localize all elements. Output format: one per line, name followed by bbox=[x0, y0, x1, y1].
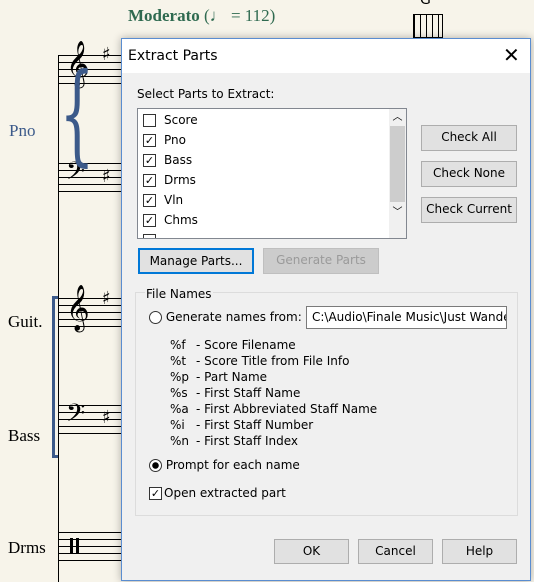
treble-clef-icon: 𝄞 bbox=[66, 285, 90, 331]
checkbox-checked-icon[interactable]: ✓ bbox=[143, 134, 156, 147]
code-row: %a - First Abbreviated Staff Name bbox=[170, 401, 377, 417]
code: %t bbox=[170, 354, 187, 368]
title-bar: Extract Parts ✕ bbox=[122, 39, 530, 73]
part-item[interactable]: ✓ Drms bbox=[138, 170, 406, 190]
part-item[interactable]: ✓ Vln bbox=[138, 190, 406, 210]
part-item[interactable]: ✓ Bass bbox=[138, 150, 406, 170]
open-extracted-checkbox[interactable]: ✓ Open extracted part bbox=[149, 486, 286, 500]
sharp-icon: ♯ bbox=[102, 407, 111, 428]
help-button[interactable]: Help bbox=[442, 539, 517, 564]
code-row: %p - Part Name bbox=[170, 369, 377, 385]
code-row: %f - Score Filename bbox=[170, 337, 377, 353]
guitar-bass-bracket bbox=[52, 296, 58, 458]
checkbox-checked-icon[interactable]: ✓ bbox=[143, 174, 156, 187]
parts-list[interactable]: Score ✓ Pno ✓ Bass ✓ Drms ✓ Vln ✓ Chms ︿ ﹀ bbox=[137, 108, 407, 239]
manage-parts-button[interactable]: Manage Parts... bbox=[138, 248, 254, 274]
instrument-label-pno: Pno bbox=[9, 121, 36, 140]
ok-button[interactable]: OK bbox=[274, 539, 349, 564]
code: %a bbox=[170, 402, 189, 416]
scroll-up-icon[interactable]: ︿ bbox=[389, 109, 406, 126]
scroll-down-icon[interactable]: ﹀ bbox=[389, 202, 406, 219]
code-row: %n - First Staff Index bbox=[170, 433, 377, 449]
code-row: %i - First Staff Number bbox=[170, 417, 377, 433]
part-label: Chms bbox=[164, 213, 198, 227]
code-desc: - First Staff Number bbox=[196, 418, 314, 432]
bass-clef-icon: 𝄢 bbox=[66, 399, 86, 434]
cancel-button[interactable]: Cancel bbox=[358, 539, 433, 564]
extract-parts-dialog: Extract Parts ✕ Select Parts to Extract:… bbox=[121, 38, 531, 581]
code-desc: - First Staff Name bbox=[196, 386, 301, 400]
part-item[interactable]: ✓ Chms bbox=[138, 210, 406, 230]
dialog-title: Extract Parts bbox=[128, 48, 218, 64]
part-label: Pno bbox=[164, 133, 186, 147]
instrument-label-bass: Bass bbox=[8, 426, 41, 445]
instrument-label-drms: Drms bbox=[8, 538, 46, 557]
select-parts-label: Select Parts to Extract: bbox=[137, 87, 275, 101]
code: %f bbox=[170, 338, 186, 352]
checkbox-checked-icon[interactable]: ✓ bbox=[149, 487, 162, 500]
part-item[interactable]: ✓ Pno bbox=[138, 130, 406, 150]
checkbox-icon[interactable] bbox=[143, 114, 156, 127]
part-label: Score bbox=[164, 113, 198, 127]
tempo-marking: Moderato (♩ = 112) bbox=[128, 6, 275, 26]
generate-parts-button: Generate Parts bbox=[263, 248, 379, 274]
code-row: %t - Score Title from File Info bbox=[170, 353, 377, 369]
scroll-thumb[interactable] bbox=[390, 126, 405, 202]
code-desc: - Part Name bbox=[196, 370, 268, 384]
check-current-button[interactable]: Check Current bbox=[421, 197, 517, 223]
code-desc: - First Staff Index bbox=[196, 434, 299, 448]
code-row: %s - First Staff Name bbox=[170, 385, 377, 401]
part-label: Vln bbox=[164, 193, 184, 207]
piano-brace: { bbox=[59, 49, 95, 177]
file-names-group: File Names Generate names from: C:\Audio… bbox=[135, 287, 518, 516]
tempo-value: (♩ = 112) bbox=[204, 6, 276, 25]
part-item[interactable]: Score bbox=[138, 110, 406, 130]
checkbox-checked-icon[interactable]: ✓ bbox=[143, 194, 156, 207]
part-item-clipped[interactable] bbox=[138, 230, 406, 238]
check-none-button[interactable]: Check None bbox=[421, 161, 517, 187]
code-desc: - First Abbreviated Staff Name bbox=[196, 402, 378, 416]
sharp-icon: ♯ bbox=[102, 166, 111, 187]
open-extracted-label: Open extracted part bbox=[164, 486, 286, 500]
part-label: Drms bbox=[164, 173, 196, 187]
code: %n bbox=[170, 434, 190, 448]
tempo-text: Moderato bbox=[128, 6, 200, 25]
tempo-number: = 112 bbox=[230, 6, 270, 25]
sharp-icon: ♯ bbox=[102, 288, 111, 309]
code: %i bbox=[170, 418, 185, 432]
code-desc: - Score Title from File Info bbox=[196, 354, 350, 368]
sharp-icon: ♯ bbox=[102, 44, 111, 65]
checkbox-checked-icon[interactable]: ✓ bbox=[143, 154, 156, 167]
prompt-radio[interactable]: Prompt for each name bbox=[149, 458, 300, 472]
radio-selected-icon[interactable] bbox=[149, 459, 162, 472]
checkbox-checked-icon[interactable] bbox=[143, 234, 156, 238]
prompt-label: Prompt for each name bbox=[165, 458, 300, 472]
generate-names-radio[interactable]: Generate names from: bbox=[149, 310, 302, 324]
code-list: %f - Score Filename %t - Score Title from F… bbox=[170, 337, 377, 449]
code: %p bbox=[170, 370, 190, 384]
percussion-clef-icon bbox=[70, 538, 79, 554]
code-desc: - Score Filename bbox=[196, 338, 296, 352]
code: %s bbox=[170, 386, 188, 400]
staff bbox=[58, 532, 128, 567]
part-label: Bass bbox=[164, 153, 193, 167]
close-icon[interactable]: ✕ bbox=[503, 43, 520, 67]
radio-icon[interactable] bbox=[149, 311, 162, 324]
generate-names-label: Generate names from: bbox=[165, 310, 302, 324]
check-all-button[interactable]: Check All bbox=[421, 125, 517, 151]
list-scrollbar[interactable]: ︿ ﹀ bbox=[389, 109, 406, 238]
checkbox-checked-icon[interactable]: ✓ bbox=[143, 214, 156, 227]
file-names-label: File Names bbox=[145, 287, 213, 301]
generate-names-input[interactable]: C:\Audio\Finale Music\Just Wande bbox=[306, 306, 507, 329]
chord-symbol: G bbox=[420, 0, 431, 8]
instrument-label-guit: Guit. bbox=[8, 312, 43, 331]
chord-diagram bbox=[413, 14, 443, 38]
